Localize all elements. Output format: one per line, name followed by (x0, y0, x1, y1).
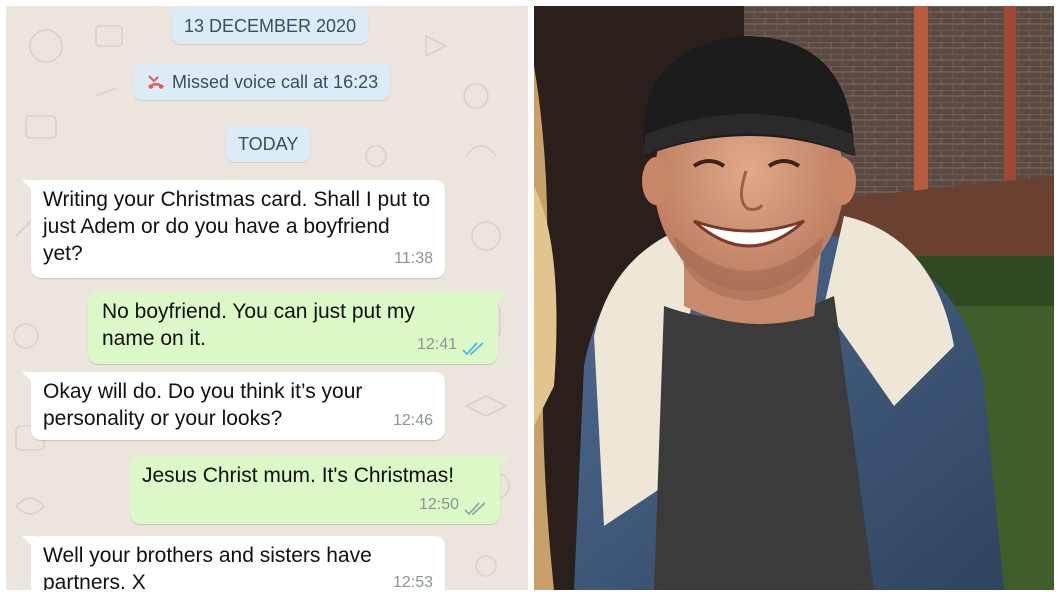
message-time: 12:53 (392, 574, 433, 590)
message-meta: 12:50 (419, 491, 488, 518)
delivered-double-tick-icon (464, 498, 488, 515)
message-time: 12:41 (416, 336, 457, 353)
missed-call-notice[interactable]: Missed voice call at 16:23 (134, 64, 391, 100)
message-incoming[interactable]: Okay will do. Do you think it’s your per… (22, 372, 445, 440)
missed-call-icon (146, 72, 166, 92)
message-text: Okay will do. Do you think it’s your per… (43, 380, 363, 430)
message-text: Writing your Christmas card. Shall I put… (43, 188, 431, 265)
message-text: No boyfriend. You can just put my name o… (102, 300, 415, 350)
message-text: Well your brothers and sisters have part… (43, 544, 372, 590)
message-time: 12:50 (418, 496, 459, 513)
message-meta: 11:38 (394, 245, 433, 272)
portrait-photo (534, 6, 1054, 590)
chat-screenshot: 13 DECEMBER 2020 Missed voice call at 16… (6, 6, 528, 590)
message-time: 12:46 (392, 412, 433, 429)
message-meta: 12:46 (393, 407, 433, 434)
missed-call-text: Missed voice call at 16:23 (172, 72, 379, 92)
portrait-illustration (534, 6, 1054, 590)
message-time: 11:38 (394, 250, 433, 267)
today-separator: TODAY (226, 126, 311, 162)
message-incoming[interactable]: Well your brothers and sisters have part… (22, 536, 445, 590)
message-meta: 12:53 (393, 569, 433, 590)
message-text: Jesus Christ mum. It's Christmas! (142, 464, 455, 487)
message-outgoing[interactable]: No boyfriend. You can just put my name o… (88, 292, 507, 364)
message-outgoing[interactable]: Jesus Christ mum. It's Christmas! 12:50 (130, 456, 509, 524)
read-double-tick-icon (462, 338, 486, 355)
date-separator: 13 DECEMBER 2020 (172, 8, 369, 44)
message-incoming[interactable]: Writing your Christmas card. Shall I put… (22, 180, 445, 278)
message-meta: 12:41 (417, 331, 486, 358)
